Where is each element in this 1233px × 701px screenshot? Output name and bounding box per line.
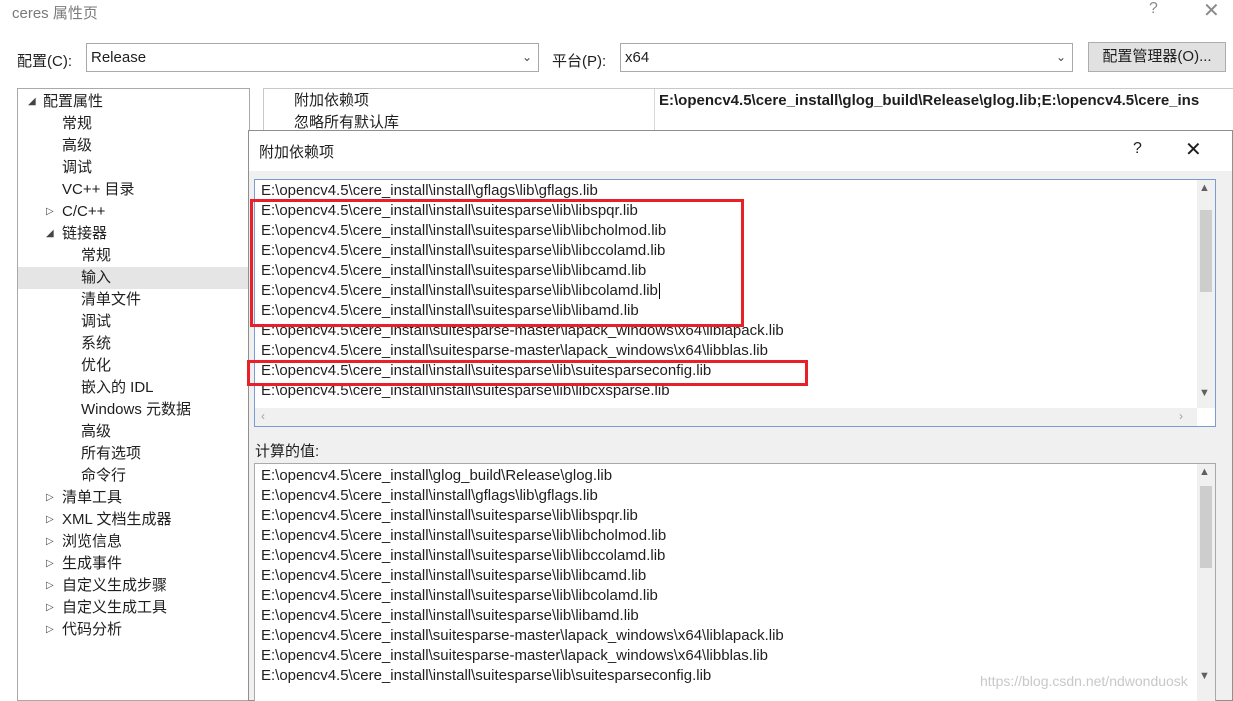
tree-node-system[interactable]: 系统 [81, 333, 111, 355]
property-tree: ◢ 配置属性 常规 高级 调试 VC++ 目录 ▷ C/C++ ◢ 链接器 常规… [17, 88, 250, 701]
tree-node-build-events[interactable]: ▷ 生成事件 [18, 553, 249, 575]
tree-node-linker-input[interactable]: 输入 [18, 267, 249, 289]
tree-node-general[interactable]: 常规 [62, 113, 92, 135]
collapsed-triangle-icon: ▷ [46, 624, 54, 635]
grid-row-additional-dependencies[interactable]: 附加依赖项 E:\opencv4.5\cere_install\glog_bui… [264, 90, 1233, 112]
dialog-close-button[interactable]: ✕ [1185, 137, 1202, 162]
tree-node-label: C/C++ [62, 203, 106, 220]
collapsed-triangle-icon: ▷ [46, 514, 54, 525]
platform-label: 平台(P): [552, 53, 607, 70]
tree-node-cpp[interactable]: ▷ C/C++ [18, 201, 249, 223]
close-button[interactable]: ✕ [1203, 0, 1220, 23]
tree-node-vc-directories[interactable]: VC++ 目录 [62, 179, 135, 201]
tree-node-custom-build-step[interactable]: ▷ 自定义生成步骤 [18, 575, 249, 597]
window-title: ceres 属性页 [12, 5, 98, 22]
help-button[interactable]: ? [1149, 0, 1158, 18]
tree-node-manifest-file[interactable]: 清单文件 [81, 289, 141, 311]
scroll-up-icon[interactable]: ▲ [1199, 466, 1210, 478]
calculated-value-label: 计算的值: [255, 443, 320, 460]
collapsed-triangle-icon: ▷ [46, 492, 54, 503]
window-title-bar: ceres 属性页 ? ✕ [0, 0, 1233, 26]
highlight-box-suitesparseconfig [247, 360, 808, 386]
scroll-thumb[interactable] [1200, 486, 1212, 568]
collapsed-triangle-icon: ▷ [46, 558, 54, 569]
edit-line: E:\opencv4.5\cere_install\install\gflags… [261, 182, 598, 199]
tree-node-optimization[interactable]: 优化 [81, 355, 111, 377]
tree-node-manifest-tool[interactable]: ▷ 清单工具 [18, 487, 249, 509]
platform-value: x64 [625, 49, 650, 66]
dialog-title-bar [249, 131, 1232, 171]
expanded-triangle-icon: ◢ [46, 228, 54, 239]
tree-node-label: 配置属性 [43, 93, 104, 110]
edit-vertical-scrollbar[interactable]: ▲ ▼ [1197, 180, 1215, 408]
config-manager-button[interactable]: 配置管理器(O)... [1088, 42, 1226, 72]
edit-horizontal-scrollbar[interactable]: ‹ › [255, 408, 1197, 426]
calculated-value-box: E:\opencv4.5\cere_install\glog_build\Rel… [254, 463, 1216, 701]
tree-node-label: XML 文档生成器 [62, 511, 172, 528]
calc-line: E:\opencv4.5\cere_install\suitesparse-ma… [261, 627, 784, 644]
calc-line: E:\opencv4.5\cere_install\install\suites… [261, 527, 667, 544]
calc-line: E:\opencv4.5\cere_install\install\gflags… [261, 487, 598, 504]
grid-row-value: E:\opencv4.5\cere_install\glog_build\Rel… [659, 92, 1200, 109]
dialog-title: 附加依赖项 [259, 144, 335, 161]
highlight-box-suitesparse-libs [250, 199, 744, 327]
tree-node-command-line[interactable]: 命令行 [81, 465, 126, 487]
calc-line: E:\opencv4.5\cere_install\glog_build\Rel… [261, 467, 613, 484]
calc-vertical-scrollbar[interactable]: ▲ ▼ [1197, 464, 1215, 701]
calc-line: E:\opencv4.5\cere_install\install\suites… [261, 547, 666, 564]
calc-line: E:\opencv4.5\cere_install\install\suites… [261, 567, 647, 584]
tree-node-linker-advanced[interactable]: 高级 [81, 421, 111, 443]
collapsed-triangle-icon: ▷ [46, 206, 54, 217]
platform-dropdown[interactable]: x64 ⌄ [620, 43, 1073, 72]
config-label: 配置(C): [17, 53, 72, 70]
tree-node-label: 生成事件 [62, 555, 123, 572]
config-value: Release [91, 49, 147, 66]
tree-node-linker-general[interactable]: 常规 [81, 245, 111, 267]
calc-line: E:\opencv4.5\cere_install\suitesparse-ma… [261, 647, 768, 664]
chevron-down-icon: ⌄ [1055, 50, 1066, 64]
tree-node-advanced[interactable]: 高级 [62, 135, 92, 157]
scroll-left-icon[interactable]: ‹ [261, 409, 265, 423]
tree-node-all-options[interactable]: 所有选项 [81, 443, 141, 465]
tree-node-linker-debugging[interactable]: 调试 [81, 311, 111, 333]
scroll-thumb[interactable] [1200, 210, 1212, 292]
scroll-down-icon[interactable]: ▼ [1199, 387, 1210, 399]
grid-row-name: 附加依赖项 [294, 92, 370, 109]
tree-node-windows-metadata[interactable]: Windows 元数据 [81, 399, 191, 421]
tree-node-label: 输入 [81, 269, 112, 286]
collapsed-triangle-icon: ▷ [46, 602, 54, 613]
collapsed-triangle-icon: ▷ [46, 536, 54, 547]
calc-line: E:\opencv4.5\cere_install\install\suites… [261, 607, 639, 624]
tree-node-debugging[interactable]: 调试 [62, 157, 92, 179]
scroll-right-icon[interactable]: › [1179, 409, 1183, 423]
tree-node-config-properties[interactable]: ◢ 配置属性 [18, 91, 249, 113]
tree-node-custom-build-tool[interactable]: ▷ 自定义生成工具 [18, 597, 249, 619]
scroll-down-icon[interactable]: ▼ [1199, 670, 1210, 682]
edit-line: E:\opencv4.5\cere_install\suitesparse-ma… [261, 342, 768, 359]
scroll-up-icon[interactable]: ▲ [1199, 182, 1210, 194]
chevron-down-icon: ⌄ [521, 50, 532, 64]
tree-node-label: 清单工具 [62, 489, 123, 506]
tree-node-label: 自定义生成步骤 [62, 577, 168, 594]
dialog-help-button[interactable]: ? [1133, 140, 1142, 158]
calc-line: E:\opencv4.5\cere_install\install\suites… [261, 587, 658, 604]
tree-node-label: 代码分析 [62, 621, 123, 638]
watermark-text: https://blog.csdn.net/ndwonduosk [980, 673, 1188, 689]
expanded-triangle-icon: ◢ [28, 96, 36, 107]
collapsed-triangle-icon: ▷ [46, 580, 54, 591]
tree-node-xml-doc-generator[interactable]: ▷ XML 文档生成器 [18, 509, 249, 531]
tree-node-label: 链接器 [62, 225, 108, 242]
tree-node-linker[interactable]: ◢ 链接器 [18, 223, 249, 245]
tree-node-browse-info[interactable]: ▷ 浏览信息 [18, 531, 249, 553]
calc-line: E:\opencv4.5\cere_install\install\suites… [261, 507, 638, 524]
tree-node-label: 自定义生成工具 [62, 599, 168, 616]
tree-node-embedded-idl[interactable]: 嵌入的 IDL [81, 377, 154, 399]
config-dropdown[interactable]: Release ⌄ [86, 43, 539, 72]
tree-node-label: 浏览信息 [62, 533, 123, 550]
calc-line: E:\opencv4.5\cere_install\install\suites… [261, 667, 712, 684]
tree-node-code-analysis[interactable]: ▷ 代码分析 [18, 619, 249, 641]
